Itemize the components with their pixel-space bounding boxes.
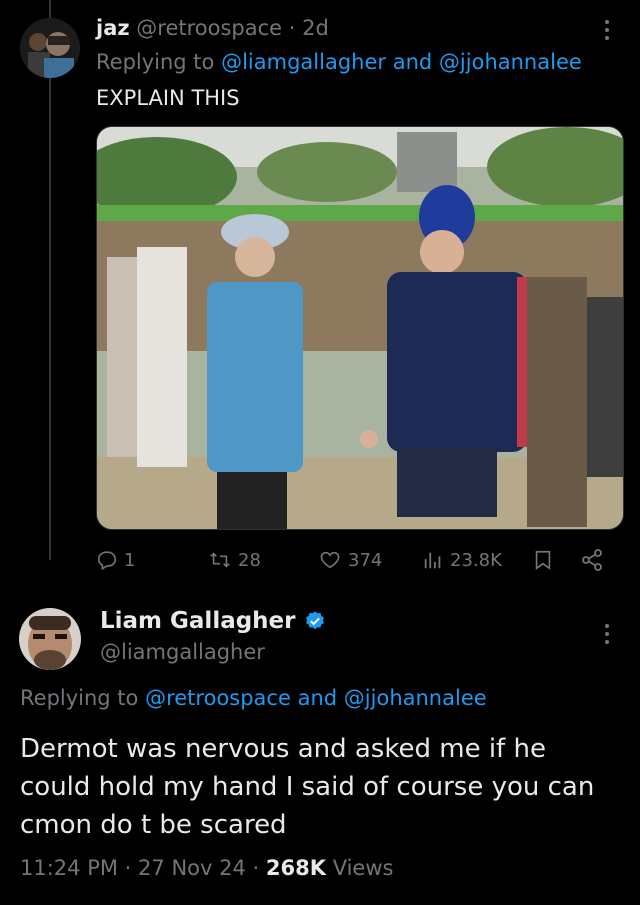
tweet1-header: jaz @retroospace · 2d: [96, 16, 329, 40]
retweet-icon: [210, 552, 230, 568]
reply-mention-retroospace[interactable]: @retroospace: [145, 686, 291, 710]
views-button[interactable]: 23.8K: [422, 540, 502, 580]
tweet1-text: EXPLAIN THIS: [96, 86, 240, 110]
like-button[interactable]: 374: [318, 540, 382, 580]
tweet2-date[interactable]: 27 Nov 24: [138, 856, 246, 880]
views-icon: [424, 552, 441, 569]
replying-to-label: Replying to: [20, 686, 139, 710]
tweet2-replying-to: Replying to @retroospace and @jjohannale…: [20, 686, 487, 710]
share-button[interactable]: [580, 540, 604, 580]
bookmark-icon: [535, 550, 551, 570]
tweet2-views-count: 268K: [265, 856, 326, 880]
tweet2-views-label: Views: [332, 856, 394, 880]
bookmark-button[interactable]: [532, 540, 554, 580]
retweet-count: 28: [238, 549, 261, 571]
avatar-retroospace[interactable]: [20, 18, 80, 78]
tweet1-replying-to: Replying to @liamgallagher and @jjohanna…: [96, 50, 582, 74]
tweet2-text: Dermot was nervous and asked me if he co…: [20, 734, 595, 840]
like-icon: [320, 551, 340, 569]
tweet1-media-image[interactable]: [96, 126, 624, 530]
reply-mention-jjohannalee[interactable]: @jjohannalee: [344, 686, 487, 710]
retweet-button[interactable]: 28: [208, 540, 261, 580]
tweet2-time[interactable]: 11:24 PM: [20, 856, 118, 880]
tweet2-handle[interactable]: @liamgallagher: [100, 640, 265, 664]
tweet1-age[interactable]: 2d: [302, 16, 329, 40]
reply-mention-jjohannalee[interactable]: @jjohannalee: [439, 50, 582, 74]
reply-mention-liamgallagher[interactable]: @liamgallagher: [221, 50, 386, 74]
tweet1-more-icon[interactable]: [604, 20, 610, 44]
thread-line: [49, 0, 51, 560]
tweet1-separator: ·: [288, 16, 296, 40]
tweet1-handle[interactable]: @retroospace: [136, 16, 282, 40]
reply-and: and: [392, 50, 433, 74]
reply-count: 1: [124, 549, 136, 571]
like-count: 374: [348, 549, 383, 571]
meta-dot: ·: [252, 856, 260, 880]
tweet2-meta: 11:24 PM · 27 Nov 24 · 268K Views: [20, 856, 393, 880]
tweet1-display-name[interactable]: jaz: [96, 16, 130, 40]
reply-and: and: [297, 686, 338, 710]
tweet2-more-icon[interactable]: [604, 624, 610, 648]
reply-button[interactable]: 1: [96, 540, 135, 580]
meta-dot: ·: [124, 856, 132, 880]
share-icon: [582, 549, 602, 571]
views-count: 23.8K: [450, 549, 502, 571]
replying-to-label: Replying to: [96, 50, 215, 74]
reply-icon: [97, 551, 117, 571]
tweet2-display-name[interactable]: Liam Gallagher: [100, 608, 296, 634]
verified-badge-icon: [305, 611, 324, 630]
tweet2-name-row: Liam Gallagher: [100, 608, 326, 634]
tweet1-action-bar: 1 28 374 23.8K: [96, 540, 622, 580]
avatar-liamgallagher[interactable]: [19, 608, 81, 670]
